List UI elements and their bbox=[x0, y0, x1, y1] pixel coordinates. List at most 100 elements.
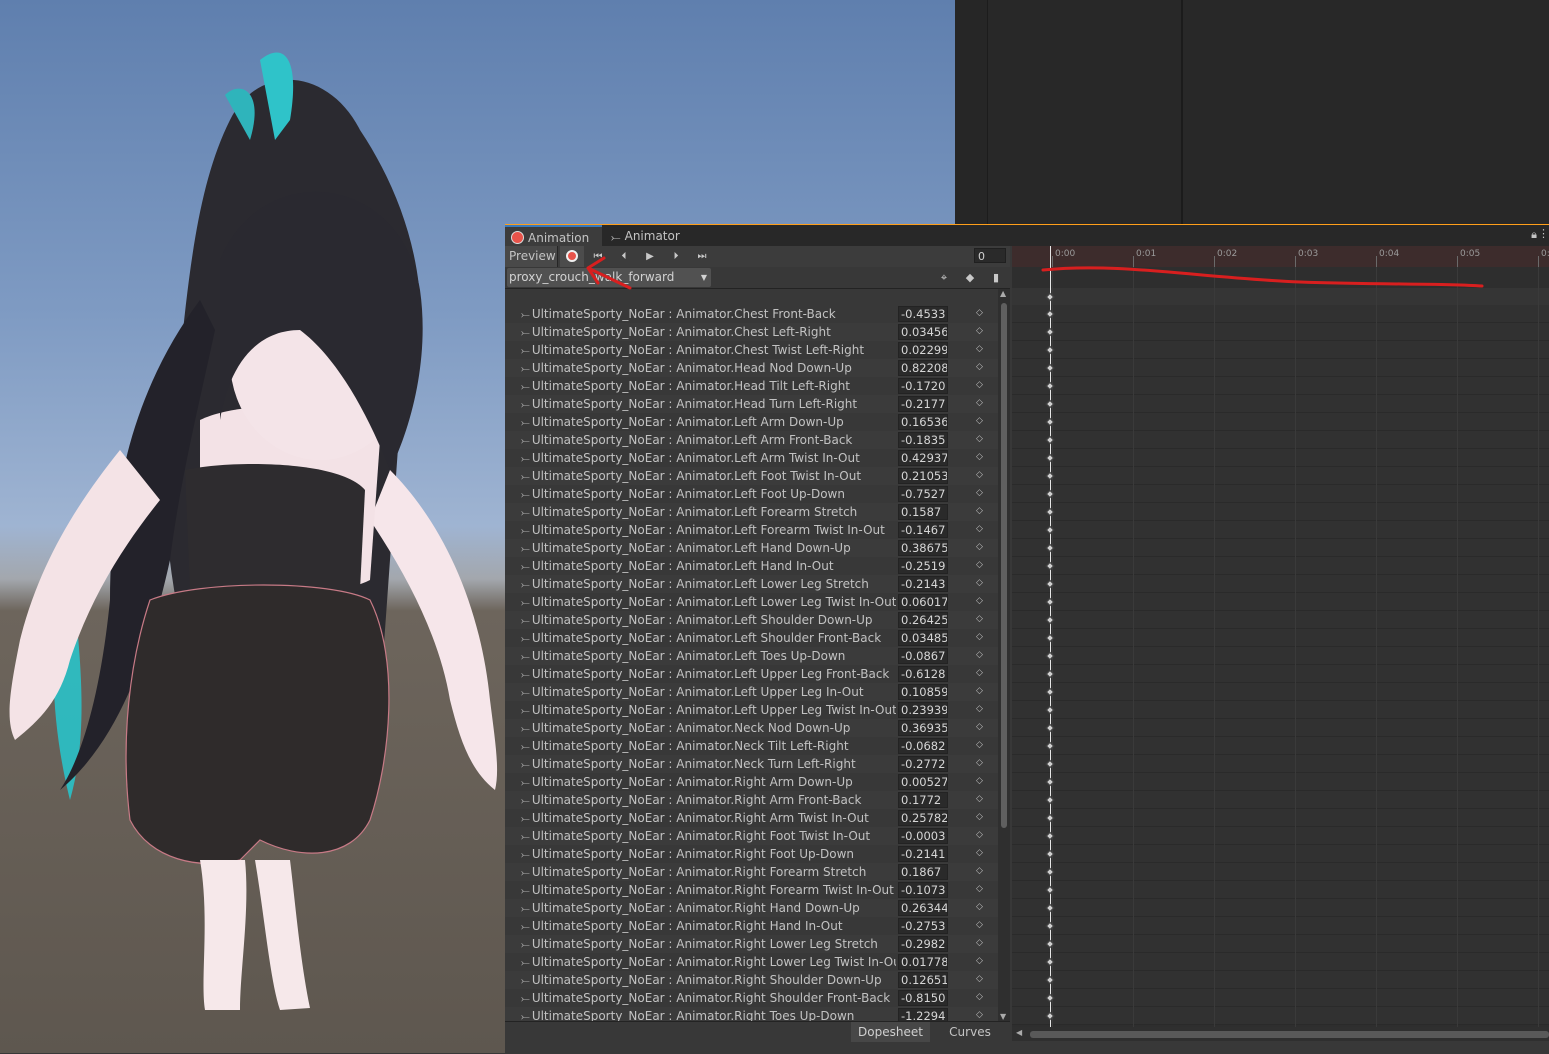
keyframe-toggle-icon[interactable]: ◇ bbox=[976, 416, 983, 426]
next-keyframe-button[interactable]: ⏵ bbox=[664, 246, 688, 267]
keyframe-track[interactable] bbox=[1012, 503, 1549, 521]
keyframe-toggle-icon[interactable]: ◇ bbox=[976, 308, 983, 318]
property-value-field[interactable]: -0.8150 bbox=[898, 990, 948, 1006]
keyframe-track[interactable] bbox=[1012, 575, 1549, 593]
property-value-field[interactable]: -0.4533 bbox=[898, 306, 948, 322]
tab-animator[interactable]: ⤚ Animator bbox=[609, 225, 699, 246]
keyframe-toggle-icon[interactable]: ◇ bbox=[976, 362, 983, 372]
property-value-field[interactable]: -0.0867 bbox=[898, 648, 948, 664]
property-row[interactable]: ⤚ UltimateSporty_NoEar : Animator.Right S… bbox=[505, 971, 998, 989]
property-row[interactable]: ⤚ UltimateSporty_NoEar : Animator.Left Lo… bbox=[505, 575, 998, 593]
keyframe-toggle-icon[interactable]: ◇ bbox=[976, 650, 983, 660]
keyframe-toggle-icon[interactable]: ◇ bbox=[976, 722, 983, 732]
keyframe-toggle-icon[interactable]: ◇ bbox=[976, 632, 983, 642]
dopesheet-timeline[interactable]: 0:00 0:01 0:02 0:03 0:04 0:05 0: ◀ bbox=[1012, 246, 1549, 1041]
previous-keyframe-button[interactable]: ⏴ bbox=[612, 246, 636, 267]
keyframe-track[interactable] bbox=[1012, 827, 1549, 845]
keyframe-toggle-icon[interactable]: ◇ bbox=[976, 434, 983, 444]
property-value-field[interactable]: 0.42937 bbox=[898, 450, 948, 466]
play-button[interactable]: ▶ bbox=[638, 246, 662, 267]
keyframe-toggle-icon[interactable]: ◇ bbox=[976, 524, 983, 534]
keyframe-track[interactable] bbox=[1012, 539, 1549, 557]
keyframe-toggle-icon[interactable]: ◇ bbox=[976, 488, 983, 498]
lock-icon[interactable]: 🔒︎ bbox=[1531, 228, 1537, 242]
keyframe-track[interactable] bbox=[1012, 755, 1549, 773]
keyframe-track[interactable] bbox=[1012, 773, 1549, 791]
property-row[interactable]: ⤚ UltimateSporty_NoEar : Animator.Left Lo… bbox=[505, 593, 998, 611]
filter-by-selection-icon[interactable]: ⌖ bbox=[933, 268, 955, 287]
keyframe-track[interactable] bbox=[1012, 359, 1549, 377]
keyframe-toggle-icon[interactable]: ◇ bbox=[976, 992, 983, 1002]
keyframe-track[interactable] bbox=[1012, 1007, 1549, 1025]
keyframe-track[interactable] bbox=[1012, 647, 1549, 665]
timeline-scrollbar[interactable]: ◀ bbox=[1012, 1027, 1549, 1041]
scroll-up-icon[interactable]: ▲ bbox=[1000, 289, 1006, 298]
keyframe-track[interactable] bbox=[1012, 305, 1549, 323]
property-value-field[interactable]: 0.1772 bbox=[898, 792, 948, 808]
property-value-field[interactable]: 0.02299 bbox=[898, 342, 948, 358]
property-value-field[interactable]: -0.2982 bbox=[898, 936, 948, 952]
property-row[interactable]: ⤚ UltimateSporty_NoEar : Animator.Left Ha… bbox=[505, 539, 998, 557]
property-value-field[interactable]: -0.1835 bbox=[898, 432, 948, 448]
keyframe-track[interactable] bbox=[1012, 413, 1549, 431]
keyframe-track[interactable] bbox=[1012, 341, 1549, 359]
keyframe-track[interactable] bbox=[1012, 719, 1549, 737]
property-row[interactable]: ⤚ UltimateSporty_NoEar : Animator.Left Up… bbox=[505, 701, 998, 719]
keyframe-toggle-icon[interactable]: ◇ bbox=[976, 344, 983, 354]
property-value-field[interactable]: 0.23939 bbox=[898, 702, 948, 718]
keyframe-track[interactable] bbox=[1012, 395, 1549, 413]
keyframe-track[interactable] bbox=[1012, 665, 1549, 683]
property-value-field[interactable]: -0.0003 bbox=[898, 828, 948, 844]
keyframe-toggle-icon[interactable]: ◇ bbox=[976, 1010, 983, 1020]
clip-dropdown[interactable]: proxy_crouch_walk_forward ▼ bbox=[507, 268, 711, 287]
keyframe-track[interactable] bbox=[1012, 881, 1549, 899]
property-value-field[interactable]: -0.2772 bbox=[898, 756, 948, 772]
keyframe-toggle-icon[interactable]: ◇ bbox=[976, 938, 983, 948]
property-value-field[interactable]: 0.82208 bbox=[898, 360, 948, 376]
property-value-field[interactable]: 0.26425 bbox=[898, 612, 948, 628]
keyframe-track[interactable] bbox=[1012, 863, 1549, 881]
property-row[interactable]: ⤚ UltimateSporty_NoEar : Animator.Right A… bbox=[505, 791, 998, 809]
tab-animation[interactable]: Animation bbox=[505, 225, 602, 246]
keyframe-track[interactable] bbox=[1012, 899, 1549, 917]
property-row[interactable]: ⤚ UltimateSporty_NoEar : Animator.Right F… bbox=[505, 881, 998, 899]
scrollbar-thumb[interactable] bbox=[1001, 303, 1007, 828]
keyframe-toggle-icon[interactable]: ◇ bbox=[976, 884, 983, 894]
keyframe-toggle-icon[interactable]: ◇ bbox=[976, 866, 983, 876]
keyframe-toggle-icon[interactable]: ◇ bbox=[976, 578, 983, 588]
property-row[interactable]: ⤚ UltimateSporty_NoEar : Animator.Left Sh… bbox=[505, 629, 998, 647]
property-row[interactable]: ⤚ UltimateSporty_NoEar : Animator.Right S… bbox=[505, 989, 998, 1007]
property-row[interactable]: ⤚ UltimateSporty_NoEar : Animator.Left Ha… bbox=[505, 557, 998, 575]
property-row[interactable]: ⤚ UltimateSporty_NoEar : Animator.Neck No… bbox=[505, 719, 998, 737]
preview-button[interactable]: Preview bbox=[505, 246, 558, 267]
keyframe-track[interactable] bbox=[1012, 449, 1549, 467]
property-row[interactable]: ⤚ UltimateSporty_NoEar : Animator.Chest F… bbox=[505, 305, 998, 323]
property-value-field[interactable]: 0.1867 bbox=[898, 864, 948, 880]
property-row[interactable]: ⤚ UltimateSporty_NoEar : Animator.Head No… bbox=[505, 359, 998, 377]
property-row[interactable]: ⤚ UltimateSporty_NoEar : Animator.Right H… bbox=[505, 899, 998, 917]
property-row[interactable]: ⤚ UltimateSporty_NoEar : Animator.Left Fo… bbox=[505, 467, 998, 485]
keyframe-toggle-icon[interactable]: ◇ bbox=[976, 974, 983, 984]
add-keyframe-icon[interactable]: ◆ bbox=[959, 268, 981, 287]
frame-input[interactable]: 0 bbox=[974, 248, 1006, 263]
property-row[interactable]: ⤚ UltimateSporty_NoEar : Animator.Right F… bbox=[505, 845, 998, 863]
property-row[interactable]: ⤚ UltimateSporty_NoEar : Animator.Left Ar… bbox=[505, 449, 998, 467]
keyframe-track[interactable] bbox=[1012, 485, 1549, 503]
property-value-field[interactable]: -0.1720 bbox=[898, 378, 948, 394]
keyframe-toggle-icon[interactable]: ◇ bbox=[976, 470, 983, 480]
property-value-field[interactable]: 0.36935 bbox=[898, 720, 948, 736]
property-value-field[interactable]: 0.10859 bbox=[898, 684, 948, 700]
keyframe-track[interactable] bbox=[1012, 953, 1549, 971]
keyframe-toggle-icon[interactable]: ◇ bbox=[976, 740, 983, 750]
curves-tab[interactable]: Curves bbox=[930, 1022, 1010, 1042]
keyframe-track[interactable] bbox=[1012, 971, 1549, 989]
record-button[interactable] bbox=[560, 246, 584, 267]
scroll-down-icon[interactable]: ▼ bbox=[1000, 1012, 1006, 1021]
keyframe-toggle-icon[interactable]: ◇ bbox=[976, 542, 983, 552]
keyframe-toggle-icon[interactable]: ◇ bbox=[976, 956, 983, 966]
property-row[interactable]: ⤚ UltimateSporty_NoEar : Animator.Neck Tu… bbox=[505, 755, 998, 773]
keyframe-track[interactable] bbox=[1012, 521, 1549, 539]
property-value-field[interactable]: -0.6128 bbox=[898, 666, 948, 682]
keyframe-toggle-icon[interactable]: ◇ bbox=[976, 704, 983, 714]
property-value-field[interactable]: -0.1467 bbox=[898, 522, 948, 538]
